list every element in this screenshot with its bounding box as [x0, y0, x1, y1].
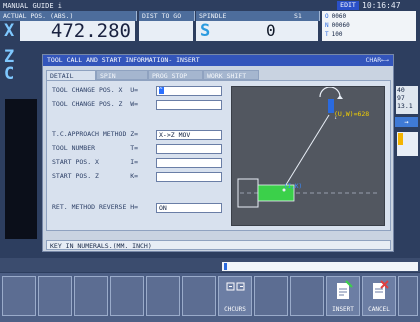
tab-spindle[interactable]: SPINDLE S1	[196, 11, 320, 21]
uw-label: (U,W)=628	[334, 110, 369, 118]
cancel-softkey[interactable]: CANCEL	[362, 276, 396, 316]
softkey-5[interactable]	[146, 276, 180, 316]
sequence-number: 00060	[331, 22, 350, 29]
right-arrow-icon[interactable]: →	[395, 117, 418, 127]
right-value-1: 40	[397, 86, 405, 94]
tab-prog-stop[interactable]: PROG STOP	[148, 70, 203, 80]
tool-key: T	[325, 31, 329, 38]
tool-change-x-input[interactable]: ^	[156, 86, 222, 96]
right-value-2: 97	[397, 94, 405, 102]
program-key: O	[325, 13, 329, 20]
softkey-8[interactable]	[254, 276, 288, 316]
approach-path-line	[283, 114, 330, 189]
input-buffer-cursor	[224, 263, 227, 270]
softkey-1[interactable]	[2, 276, 36, 316]
field-label-tool-change-x: TOOL CHANGE POS. X U=	[52, 86, 139, 94]
chcurs-label: CHCURS	[224, 306, 246, 313]
cancel-icon	[373, 280, 389, 299]
field-label-tool-number: TOOL NUMBER T=	[52, 144, 139, 152]
tab-detail[interactable]: DETAIL	[46, 70, 96, 80]
tab-spin[interactable]: SPIN	[96, 70, 148, 80]
sequence-key: N	[325, 22, 329, 29]
dialog-body: TOOL CHANGE POS. X U= ^ TOOL CHANGE POS.…	[46, 80, 391, 231]
tool-number-input[interactable]	[156, 144, 222, 154]
start-pos-x-input[interactable]	[156, 158, 222, 168]
tab-dist-to-go[interactable]: DIST TO GO	[139, 11, 195, 21]
program-info-panel: O 0060 N 00060 T 100	[322, 11, 416, 41]
change-cursor-icon	[226, 282, 245, 291]
tool-path-svg: ↓ (U,W)=628 (I,K)	[237, 86, 380, 208]
field-label-ret-method: RET. METHOD REVERSE H=	[52, 203, 139, 211]
softkey-2[interactable]	[38, 276, 72, 316]
softkey-3[interactable]	[74, 276, 108, 316]
mode-title: MANUAL GUIDE i	[3, 2, 63, 10]
right-value-3: 13.1	[397, 102, 413, 110]
softkey-4[interactable]	[110, 276, 144, 316]
tool-number-value: 100	[331, 31, 343, 38]
tool-change-z-input[interactable]	[156, 100, 222, 110]
tab-spindle-label: SPINDLE	[199, 12, 227, 20]
spindle-value: 0	[266, 21, 276, 40]
chcurs-softkey[interactable]: CHCURS	[218, 276, 252, 316]
insert-softkey[interactable]: INSERT	[326, 276, 360, 316]
program-number-row: O 0060	[325, 12, 416, 21]
tool-number-row: T 100	[325, 30, 416, 39]
spindle-box	[196, 21, 318, 41]
right-indicator-bar	[398, 133, 403, 145]
dialog-title: TOOL CALL AND START INFORMATION- INSERT	[43, 55, 393, 66]
axis-c-label: C	[4, 64, 15, 84]
char-mode-indicator: CHAR←→	[365, 56, 389, 64]
axis-x-label: X	[4, 21, 15, 41]
tab-work-shift[interactable]: WORK SHIFT	[203, 70, 259, 80]
field-label-tool-change-z: TOOL CHANGE POS. Z W=	[52, 100, 139, 108]
sequence-number-row: N 00060	[325, 21, 416, 30]
x-position-value: 472.280	[20, 21, 135, 41]
dist-to-go-box	[139, 21, 193, 41]
spindle-number: S1	[294, 12, 302, 20]
field-label-approach-method: T.C.APPROACH METHOD Z=	[52, 130, 139, 138]
start-pos-z-input[interactable]	[156, 172, 222, 182]
input-cursor-icon: ^	[159, 87, 164, 94]
ret-method-input[interactable]: ON	[156, 203, 222, 213]
spindle-letter: S	[200, 21, 211, 41]
left-display-area	[5, 99, 37, 239]
softkey-6[interactable]	[182, 276, 216, 316]
clock: 10:16:47	[362, 1, 401, 10]
message-line: KEY IN NUMERALS.(MM. INCH)	[46, 240, 391, 250]
approach-method-input[interactable]: X->Z MOV	[156, 130, 222, 140]
cancel-label: CANCEL	[368, 306, 390, 313]
field-label-start-x: START POS. X I=	[52, 158, 139, 166]
field-label-start-z: START POS. Z K=	[52, 172, 139, 180]
softkey-next[interactable]	[398, 276, 418, 316]
softkey-9[interactable]	[290, 276, 324, 316]
insert-icon	[337, 280, 353, 299]
rotation-arrow-head-icon	[337, 95, 343, 99]
cnc-screen: MANUAL GUIDE i EDIT 10:16:47 ACTUAL POS.…	[0, 0, 420, 322]
right-values: 40 97 13.1	[396, 86, 418, 114]
program-number: 0060	[331, 13, 347, 20]
tool-call-dialog: TOOL CALL AND START INFORMATION- INSERT …	[42, 54, 394, 252]
status-badge: EDIT	[337, 1, 359, 10]
insert-label: INSERT	[332, 306, 354, 313]
tool-path-graphic: ↓ (U,W)=628 (I,K)	[231, 86, 385, 226]
key-input-buffer[interactable]	[222, 262, 418, 271]
rotation-arrow-icon	[319, 86, 341, 98]
ik-label: (I,K)	[284, 183, 302, 190]
